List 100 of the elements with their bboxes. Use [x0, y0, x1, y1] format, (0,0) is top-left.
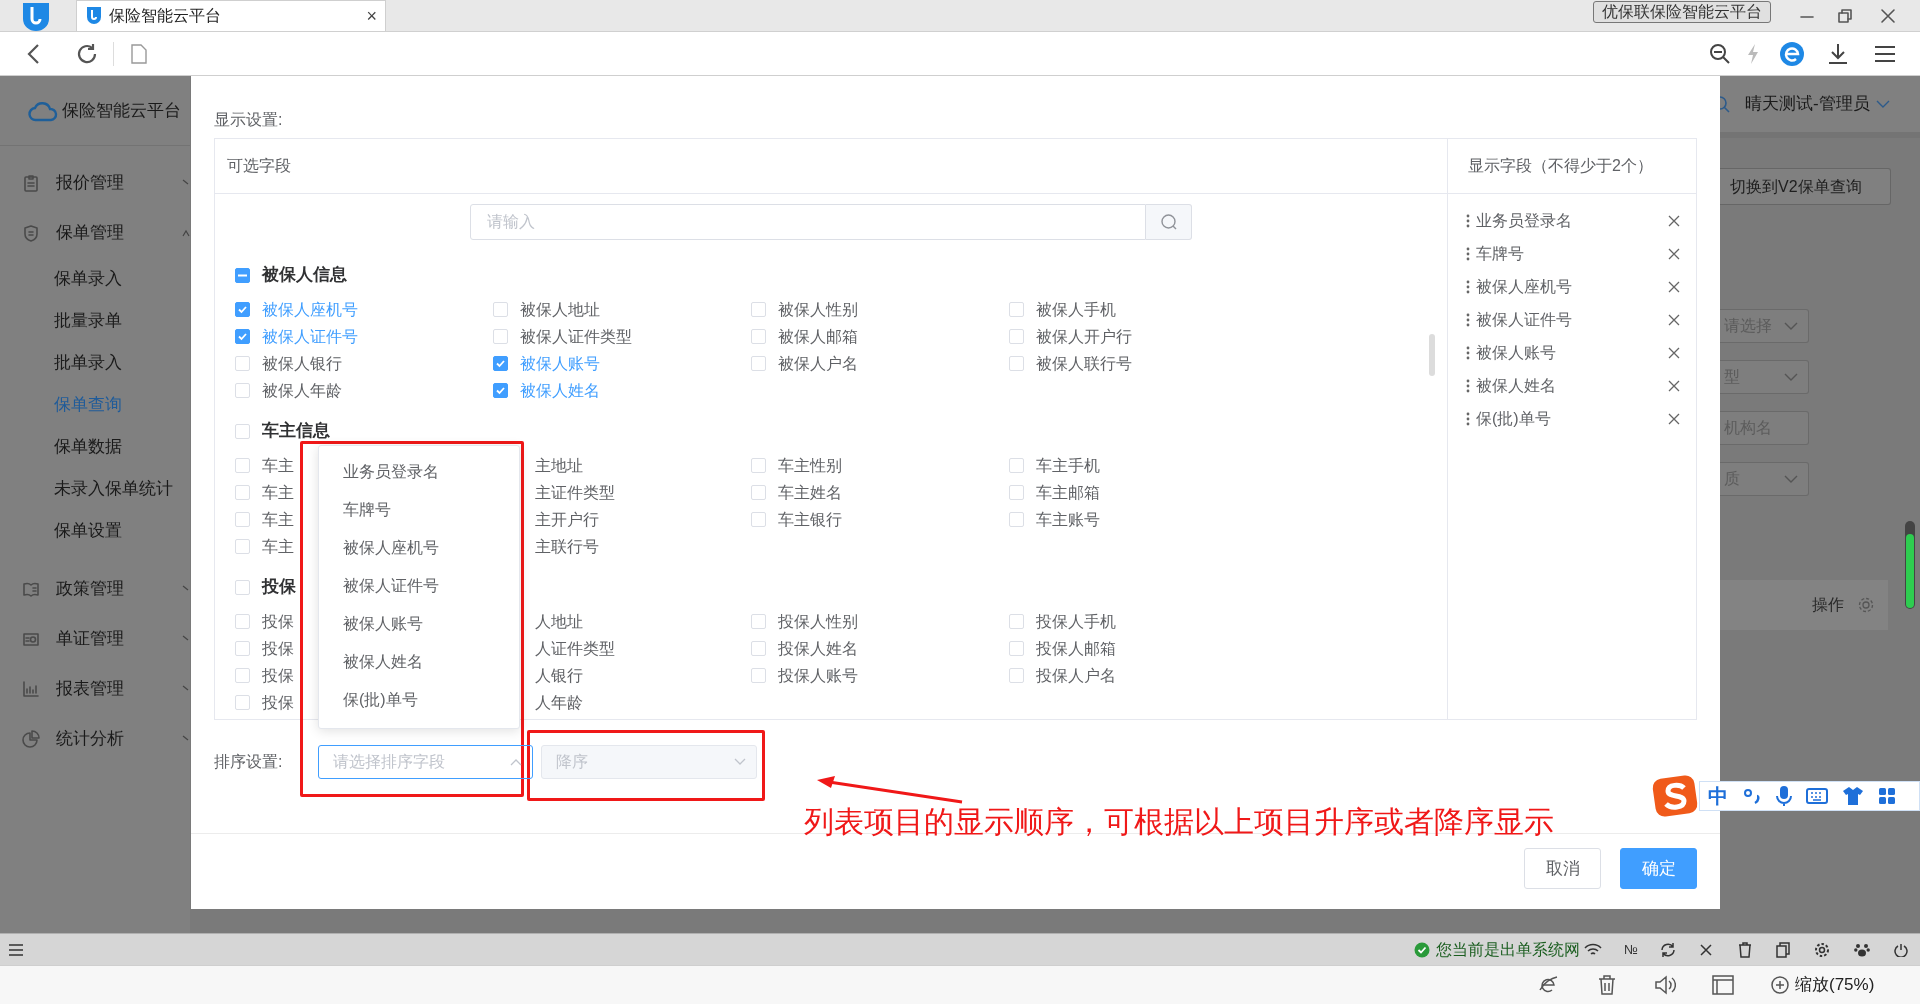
zoom-in-icon[interactable]: [1770, 975, 1790, 995]
checkbox-label: 被保人证件类型: [520, 326, 632, 347]
ime-mode-toggle[interactable]: 中: [1708, 781, 1728, 811]
sidebar-subitem[interactable]: 保单设置: [0, 510, 190, 552]
checkbox[interactable]: [235, 329, 250, 344]
search-button[interactable]: [1146, 204, 1192, 240]
checkbox-label: 车主邮箱: [1036, 482, 1100, 503]
sidebar-subitem[interactable]: 保单数据: [0, 426, 190, 468]
scrollbar-thumb[interactable]: [1429, 334, 1435, 376]
close-icon[interactable]: [1668, 412, 1680, 425]
drag-handle-icon[interactable]: [1466, 279, 1470, 294]
checkbox[interactable]: [235, 267, 250, 283]
checkbox-label: 投保人性别: [778, 611, 858, 632]
field-name: 被保人姓名: [1476, 375, 1556, 396]
window-icon[interactable]: [1712, 975, 1734, 995]
speaker-icon[interactable]: [1654, 975, 1676, 995]
wifi-icon[interactable]: [1584, 942, 1603, 957]
search-field[interactable]: 请输入: [470, 204, 1146, 240]
dropdown-option[interactable]: 保(批)单号: [319, 681, 519, 719]
sort-label: 排序设置:: [214, 752, 284, 772]
panel-title: 显示字段（不得少于2个）: [1468, 156, 1653, 176]
chevron-down-icon[interactable]: [1875, 99, 1890, 109]
restore-icon[interactable]: [1837, 7, 1853, 24]
dropdown-option[interactable]: 被保人账号: [319, 605, 519, 643]
settings-icon[interactable]: [1814, 941, 1830, 958]
drag-handle-icon[interactable]: [1466, 411, 1470, 426]
paw-icon[interactable]: [1854, 942, 1870, 957]
download-icon[interactable]: [1826, 41, 1850, 66]
zoom-level[interactable]: 缩放(75%): [1795, 972, 1875, 998]
drag-handle-icon[interactable]: [1466, 246, 1470, 261]
scrollbar-icon[interactable]: [1904, 520, 1916, 610]
close-icon[interactable]: [1700, 943, 1712, 956]
punctuation-icon[interactable]: [1742, 786, 1762, 806]
sidebar-subitem[interactable]: 批量录单: [0, 300, 190, 342]
dropdown-option[interactable]: 车牌号: [319, 491, 519, 529]
number-sign[interactable]: №: [1624, 939, 1638, 960]
table-header: 操作: [1720, 580, 1888, 630]
sidebar-subitem[interactable]: 保单录入: [0, 258, 190, 300]
sidebar-menu-item[interactable]: 单证管理: [0, 614, 190, 664]
checkbox[interactable]: [493, 383, 508, 398]
switch-version-button[interactable]: 切换到V2保单查询: [1720, 168, 1891, 205]
copy-icon[interactable]: [1776, 941, 1790, 958]
checkbox-label: 投保人邮箱: [1036, 638, 1116, 659]
sidebar-menu-item[interactable]: 政策管理: [0, 564, 190, 614]
power-icon[interactable]: [1894, 942, 1908, 957]
cancel-button[interactable]: 取消: [1524, 848, 1601, 889]
browser-e-icon[interactable]: [1538, 975, 1558, 995]
sidebar-menu-item[interactable]: 统计分析: [0, 714, 190, 764]
reload-icon[interactable]: [75, 41, 99, 66]
checkbox-label: 被保人姓名: [520, 380, 600, 401]
close-icon[interactable]: [1668, 379, 1680, 392]
checkbox[interactable]: [235, 302, 250, 317]
checkbox[interactable]: [493, 356, 508, 371]
clipboard-icon: [22, 174, 40, 192]
sidebar-menu-item[interactable]: 报表管理: [0, 664, 190, 714]
sidebar-subitem[interactable]: 批单录入: [0, 342, 190, 384]
zoom-out-icon[interactable]: [1708, 41, 1732, 66]
checkmark-icon: [237, 331, 248, 342]
menu-icon[interactable]: [8, 943, 24, 956]
trash-icon[interactable]: [1738, 941, 1752, 958]
microphone-icon[interactable]: [1776, 785, 1792, 807]
chevron-down-icon: [1784, 321, 1798, 331]
checkbox-label: 人年龄: [535, 692, 583, 713]
trash-icon[interactable]: [1598, 975, 1616, 995]
tab-close-button[interactable]: ×: [366, 2, 377, 30]
checkbox-label: 被保人地址: [520, 299, 600, 320]
close-icon[interactable]: [1668, 280, 1680, 293]
close-icon[interactable]: [1668, 346, 1680, 359]
refresh-icon[interactable]: [1660, 941, 1676, 958]
search-icon[interactable]: [1720, 95, 1730, 113]
chevron-icon: [510, 758, 522, 766]
keyboard-icon[interactable]: [1806, 788, 1828, 804]
lightning-icon[interactable]: [1746, 42, 1760, 65]
dropdown-option[interactable]: 被保人座机号: [319, 529, 519, 567]
browser-tab[interactable]: 保险智能云平台 ×: [76, 0, 386, 31]
drag-handle-icon[interactable]: [1466, 378, 1470, 393]
drag-handle-icon[interactable]: [1466, 345, 1470, 360]
confirm-button[interactable]: 确定: [1620, 848, 1697, 889]
apps-grid-icon[interactable]: [1878, 787, 1896, 805]
shirt-icon[interactable]: [1842, 786, 1864, 806]
close-icon[interactable]: [1880, 7, 1896, 24]
checkbox-label: 车主姓名: [778, 482, 842, 503]
close-icon[interactable]: [1668, 247, 1680, 260]
checkbox-label: 人银行: [535, 665, 583, 686]
chevron-down-icon: [734, 758, 746, 766]
drag-handle-icon[interactable]: [1466, 213, 1470, 228]
dropdown-option[interactable]: 被保人证件号: [319, 567, 519, 605]
sidebar-menu-item[interactable]: 保单管理: [0, 208, 190, 258]
checkbox-label: 被保人座机号: [262, 299, 358, 320]
ime-logo-icon[interactable]: [1651, 774, 1699, 818]
dropdown-option[interactable]: 被保人姓名: [319, 643, 519, 681]
close-icon[interactable]: [1668, 313, 1680, 326]
dropdown-option[interactable]: 业务员登录名: [319, 453, 519, 491]
sidebar-subitem[interactable]: 未录入保单统计: [0, 468, 190, 510]
sidebar-menu-item[interactable]: 报价管理: [0, 158, 190, 208]
checkbox-label: 人证件类型: [535, 638, 615, 659]
browser-e-icon[interactable]: [1778, 39, 1806, 68]
drag-handle-icon[interactable]: [1466, 312, 1470, 327]
group-title: 被保人信息: [262, 264, 347, 287]
close-icon[interactable]: [1668, 214, 1680, 227]
